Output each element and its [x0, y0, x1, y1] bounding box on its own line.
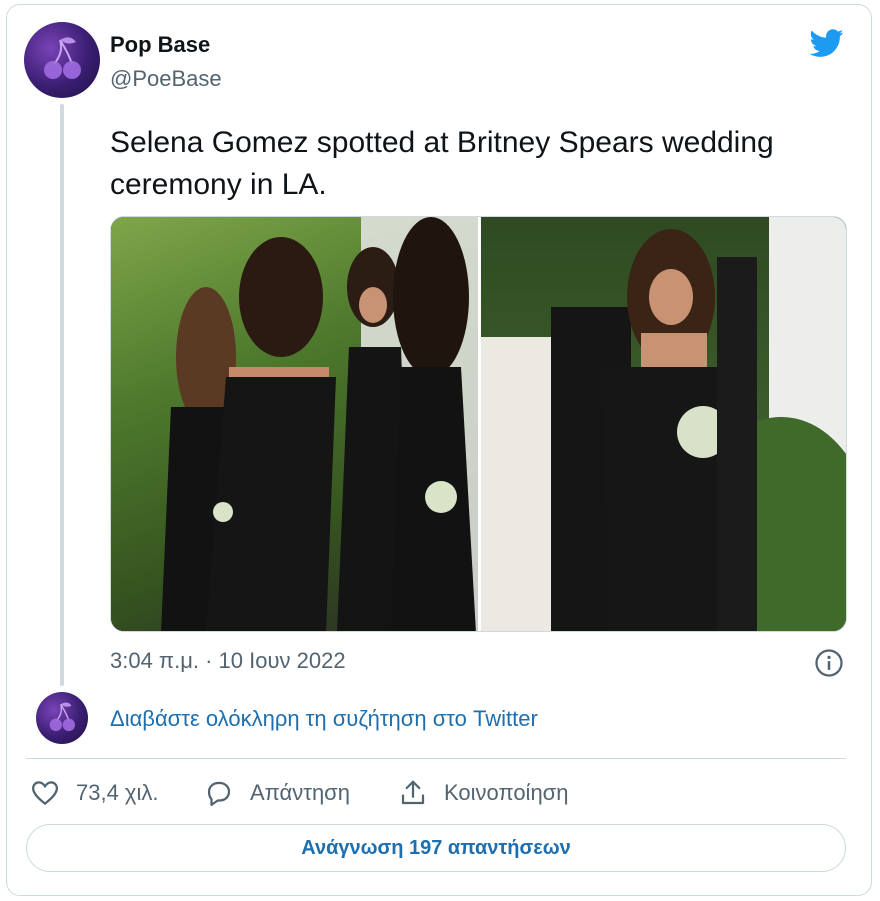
- author-handle[interactable]: @PoeBase: [110, 66, 222, 92]
- share-icon: [401, 780, 425, 805]
- author-avatar[interactable]: [24, 22, 100, 98]
- tweet-photo-1[interactable]: [111, 217, 478, 631]
- share-label: Κοινοποίηση: [444, 780, 569, 805]
- cherry-icon: [49, 702, 75, 731]
- read-replies-button[interactable]: Ανάγνωση 197 απαντήσεων: [26, 824, 846, 872]
- reply-button[interactable]: Απάντηση: [204, 776, 350, 810]
- like-count: 73,4 χιλ.: [76, 780, 159, 805]
- photo-1-scene: [161, 217, 478, 631]
- twitter-bird-icon[interactable]: [808, 26, 846, 60]
- tweet-timestamp[interactable]: 3:04 π.μ. · 10 Ιουν 2022: [110, 648, 346, 674]
- tweet-media[interactable]: [110, 216, 847, 632]
- thread-line: [60, 104, 64, 686]
- cherry-icon: [44, 37, 81, 79]
- speech-bubble-icon: [207, 781, 231, 806]
- read-conversation-link[interactable]: Διαβάστε ολόκληρη τη συζήτηση στο Twitte…: [110, 706, 538, 732]
- info-icon[interactable]: [814, 648, 844, 678]
- tweet-text: Selena Gomez spotted at Britney Spears w…: [110, 126, 774, 201]
- reply-label: Απάντηση: [250, 780, 350, 805]
- share-button[interactable]: Κοινοποίηση: [398, 776, 569, 810]
- like-button[interactable]: 73,4 χιλ.: [30, 776, 158, 810]
- divider: [26, 758, 846, 759]
- heart-icon: [31, 781, 59, 806]
- author-name[interactable]: Pop Base: [110, 32, 210, 58]
- tweet-photo-2[interactable]: [481, 217, 846, 631]
- author-avatar-small[interactable]: [36, 692, 88, 744]
- photo-2-scene: [481, 217, 846, 631]
